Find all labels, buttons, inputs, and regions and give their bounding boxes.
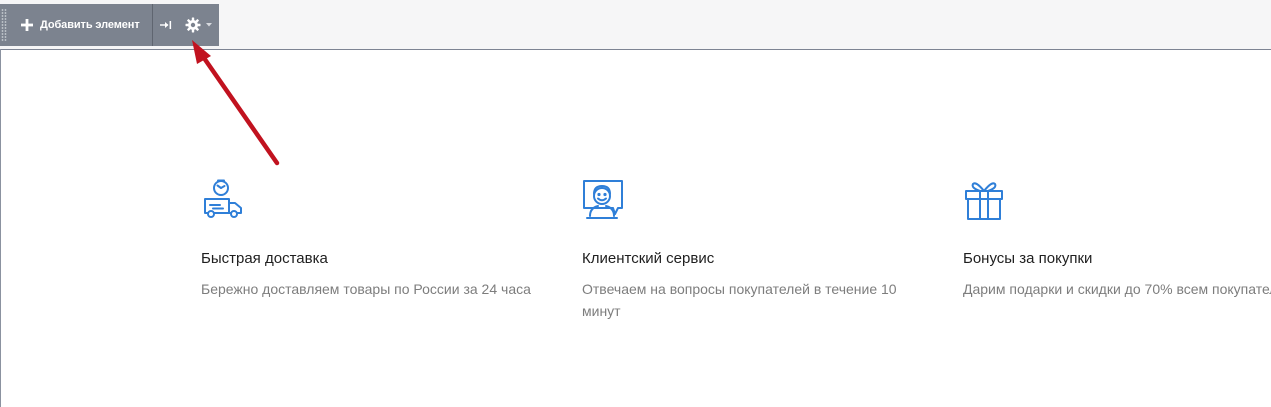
caret-down-icon	[205, 23, 212, 27]
feature-description: Дарим подарки и скидки до 70% всем покуп…	[963, 281, 1271, 297]
feature-title: Быстрая доставка	[201, 250, 328, 267]
plus-icon	[21, 19, 33, 31]
feature-title: Бонусы за покупки	[963, 250, 1093, 267]
feature-description: Отвечаем на вопросы покупателей в течени…	[582, 281, 897, 319]
gear-icon	[185, 17, 201, 33]
feature-fast-delivery: Быстрая доставка Бережно доставляем това…	[201, 178, 561, 297]
delivery-van-icon	[204, 179, 242, 218]
feature-description: Бережно доставляем товары по России за 2…	[201, 281, 531, 297]
settings-button[interactable]	[179, 4, 212, 46]
editor-toolbar: Добавить элемент	[0, 4, 219, 46]
customer-support-icon	[583, 180, 623, 219]
gift-icon	[965, 182, 1003, 220]
pin-button[interactable]	[153, 4, 179, 46]
page-left-border	[0, 49, 1, 407]
pin-icon	[159, 21, 171, 29]
feature-title: Клиентский сервис	[582, 250, 715, 267]
feature-purchase-bonuses: Бонусы за покупки Дарим подарки и скидки…	[963, 178, 1271, 297]
add-element-button[interactable]: Добавить элемент	[8, 4, 152, 46]
add-element-label: Добавить элемент	[40, 19, 140, 31]
feature-customer-service: Клиентский сервис Отвечаем на вопросы по…	[582, 178, 942, 319]
drag-handle-icon[interactable]	[0, 4, 8, 46]
